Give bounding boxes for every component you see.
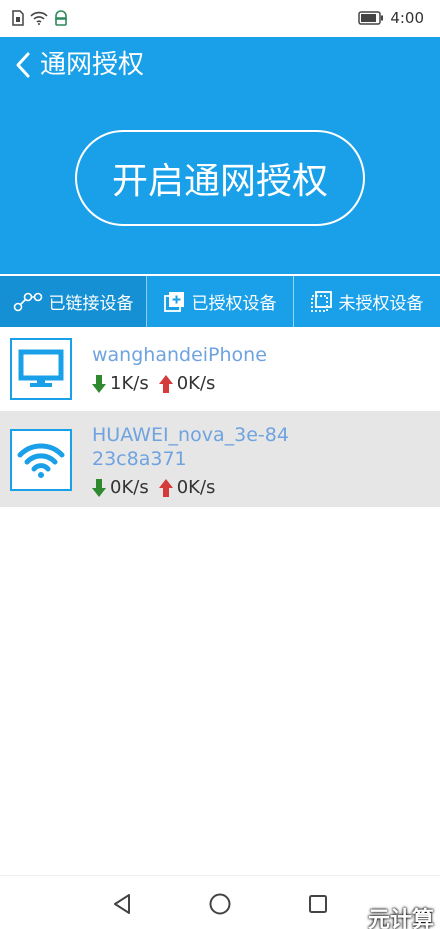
- navigation-bar: 元计算: [0, 875, 440, 929]
- device-list: wanghandeiPhone 1K/s 0K/s HUAWEI_nova_3e…: [0, 327, 440, 507]
- linked-devices-icon: [13, 292, 42, 311]
- monitor-icon: [10, 338, 72, 400]
- tab-label: 未授权设备: [338, 294, 424, 314]
- nav-recents-button[interactable]: [304, 890, 332, 918]
- tab-authorized-devices[interactable]: 已授权设备: [147, 276, 294, 327]
- upload-speed: 0K/s: [158, 477, 216, 498]
- chevron-left-icon: [16, 52, 30, 78]
- back-button[interactable]: [8, 49, 38, 81]
- sim-icon: [12, 10, 24, 26]
- arrow-up-icon: [158, 478, 173, 497]
- page-title: 通网授权: [40, 50, 145, 80]
- triangle-back-icon: [114, 894, 130, 914]
- status-icons-left: [12, 10, 68, 26]
- download-value: 0K/s: [110, 477, 149, 498]
- tab-unauthorized-devices[interactable]: 未授权设备: [294, 276, 440, 327]
- wifi-icon: [10, 429, 72, 491]
- tab-label: 已授权设备: [191, 294, 277, 314]
- status-icons-right: 4:00: [358, 9, 424, 27]
- device-name: HUAWEI_nova_3e-8423c8a371: [92, 424, 289, 470]
- arrow-up-icon: [158, 374, 173, 393]
- upload-speed: 0K/s: [158, 373, 216, 394]
- download-value: 1K/s: [110, 373, 149, 394]
- tab-linked-devices[interactable]: 已链接设备: [0, 276, 147, 327]
- tab-label: 已链接设备: [48, 294, 134, 314]
- device-info: wanghandeiPhone 1K/s 0K/s: [92, 343, 292, 394]
- clock: 4:00: [390, 9, 424, 27]
- device-info: HUAWEI_nova_3e-8423c8a371 0K/s 0K/s: [92, 423, 292, 498]
- device-tabs: 已链接设备 已授权设备 未授权设备: [0, 276, 440, 327]
- authorized-devices-icon: [163, 291, 184, 312]
- header: 通网授权 开启通网授权: [0, 37, 440, 274]
- square-recents-icon: [309, 895, 327, 913]
- upload-value: 0K/s: [176, 373, 216, 394]
- status-bar: 4:00: [0, 0, 440, 37]
- arrow-down-icon: [92, 478, 106, 497]
- speed-readout: 1K/s 0K/s: [92, 373, 292, 394]
- list-item[interactable]: HUAWEI_nova_3e-8423c8a371 0K/s 0K/s: [0, 411, 440, 507]
- nav-back-button[interactable]: [108, 890, 136, 918]
- wifi-status-icon: [30, 11, 48, 25]
- enable-authorization-button[interactable]: 开启通网授权: [75, 130, 365, 226]
- upload-value: 0K/s: [176, 477, 216, 498]
- nav-home-button[interactable]: [206, 890, 234, 918]
- download-speed: 0K/s: [92, 477, 149, 498]
- watermark: 元计算: [367, 908, 434, 929]
- arrow-down-icon: [92, 374, 106, 393]
- list-item[interactable]: wanghandeiPhone 1K/s 0K/s: [0, 327, 440, 411]
- device-name: wanghandeiPhone: [92, 344, 267, 366]
- speed-readout: 0K/s 0K/s: [92, 477, 292, 498]
- circle-home-icon: [209, 893, 231, 915]
- download-speed: 1K/s: [92, 373, 149, 394]
- unauthorized-devices-icon: [310, 290, 332, 312]
- battery-icon: [358, 11, 384, 25]
- vpn-icon: [55, 10, 67, 26]
